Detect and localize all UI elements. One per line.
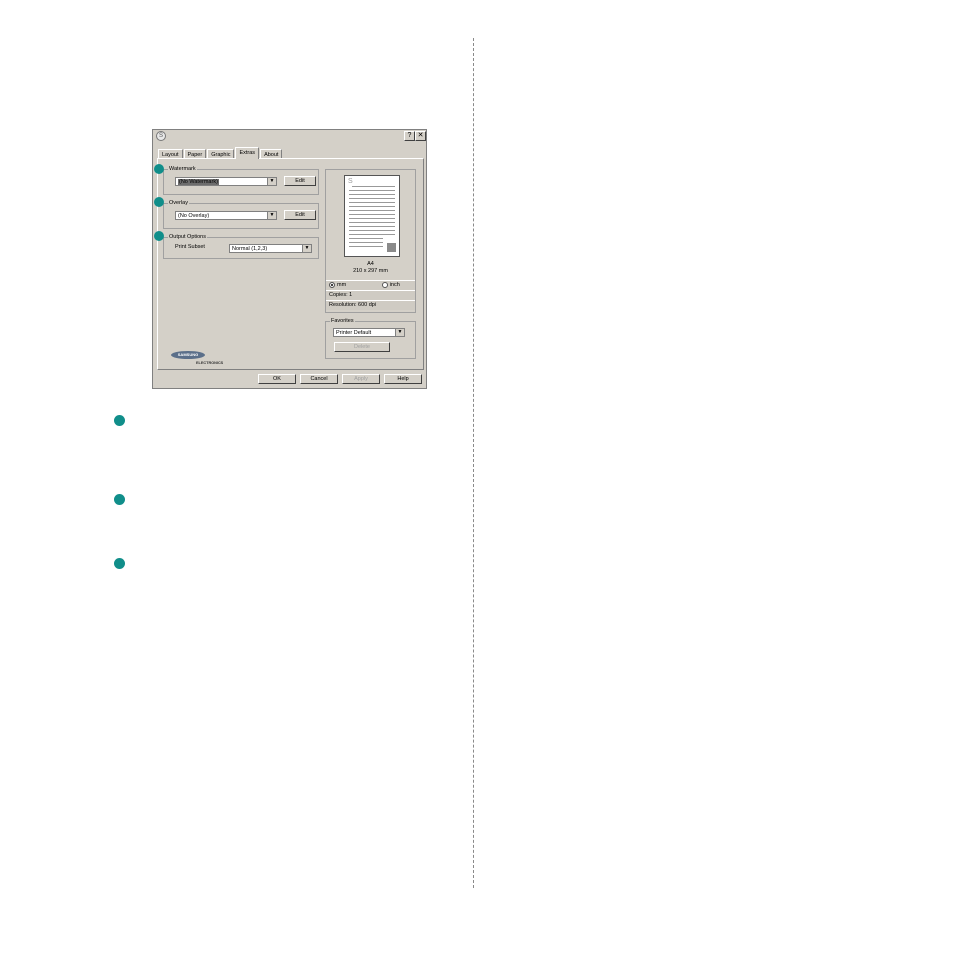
chevron-down-icon: ▼ xyxy=(302,245,311,252)
print-subset-value: Normal (1,2,3) xyxy=(232,246,268,252)
apply-button[interactable]: Apply xyxy=(342,374,380,384)
favorites-legend: Favorites xyxy=(330,318,355,325)
ok-button[interactable]: OK xyxy=(258,374,296,384)
app-icon: S xyxy=(156,131,166,141)
unit-row: mm inch xyxy=(326,280,415,290)
tab-extras[interactable]: Extras xyxy=(235,147,260,159)
chevron-down-icon: ▼ xyxy=(267,178,276,185)
paper-preview: S A4 210 x 297 mm mm inch Copies: 1 Reso… xyxy=(325,169,416,313)
radio-icon xyxy=(381,281,388,288)
watermark-select-value: (No Watermark) xyxy=(178,179,219,185)
help-button[interactable]: Help xyxy=(384,374,422,384)
paper-name: A4 xyxy=(367,261,374,267)
extras-panel: Watermark (No Watermark) ▼ Edit Overlay … xyxy=(154,158,424,370)
callout-marker-1-large xyxy=(114,415,125,426)
paper-size: 210 x 297 mm xyxy=(353,268,388,274)
callout-marker-2 xyxy=(154,197,164,207)
watermark-select[interactable]: (No Watermark) ▼ xyxy=(175,177,277,186)
samsung-logo: SAMSUNG xyxy=(171,351,205,359)
unit-mm-label: mm xyxy=(337,282,347,288)
overlay-legend: Overlay xyxy=(168,200,189,207)
overlay-edit-button[interactable]: Edit xyxy=(284,210,316,220)
unit-inch-label: inch xyxy=(389,282,400,288)
column-divider xyxy=(473,38,474,888)
favorites-group: Favorites Printer Default ▼ Delete xyxy=(325,318,416,359)
callout-marker-1 xyxy=(154,164,164,174)
callout-marker-3-large xyxy=(114,558,125,569)
page-letter: S xyxy=(348,178,353,185)
callout-marker-2-large xyxy=(114,494,125,505)
overlay-select-value: (No Overlay) xyxy=(178,213,210,219)
cancel-button[interactable]: Cancel xyxy=(300,374,338,384)
help-title-button[interactable]: ? xyxy=(404,131,415,141)
watermark-legend: Watermark xyxy=(168,166,197,173)
print-subset-label: Print Subset xyxy=(175,244,205,250)
samsung-logo-sub: ELECTRONICS xyxy=(196,361,224,365)
favorites-value: Printer Default xyxy=(336,330,372,336)
copies-info: Copies: 1 xyxy=(326,290,415,300)
favorites-delete-button[interactable]: Delete xyxy=(334,342,390,352)
favorites-select[interactable]: Printer Default ▼ xyxy=(333,328,405,337)
overlay-group: Overlay (No Overlay) ▼ Edit xyxy=(163,200,319,229)
title-bar: S ? ✕ xyxy=(153,130,426,141)
close-icon[interactable]: ✕ xyxy=(415,131,426,141)
tab-strip: Layout Paper Graphic Extras About xyxy=(158,147,283,159)
watermark-group: Watermark (No Watermark) ▼ Edit xyxy=(163,166,319,195)
overlay-select[interactable]: (No Overlay) ▼ xyxy=(175,211,277,220)
chevron-down-icon: ▼ xyxy=(267,212,276,219)
page-thumbnail: S xyxy=(344,175,400,257)
unit-inch-radio[interactable]: inch xyxy=(381,281,400,288)
callout-marker-3 xyxy=(154,231,164,241)
chevron-down-icon: ▼ xyxy=(395,329,404,336)
unit-mm-radio[interactable]: mm xyxy=(329,281,347,288)
resolution-info: Resolution: 600 dpi xyxy=(326,300,415,310)
page-image-block xyxy=(387,243,396,252)
output-options-legend: Output Options xyxy=(168,234,207,241)
watermark-edit-button[interactable]: Edit xyxy=(284,176,316,186)
printer-properties-dialog: S ? ✕ Layout Paper Graphic Extras About … xyxy=(152,129,427,389)
print-subset-select[interactable]: Normal (1,2,3) ▼ xyxy=(229,244,312,253)
output-options-group: Output Options Print Subset Normal (1,2,… xyxy=(163,234,319,259)
radio-selected-icon xyxy=(329,281,335,288)
